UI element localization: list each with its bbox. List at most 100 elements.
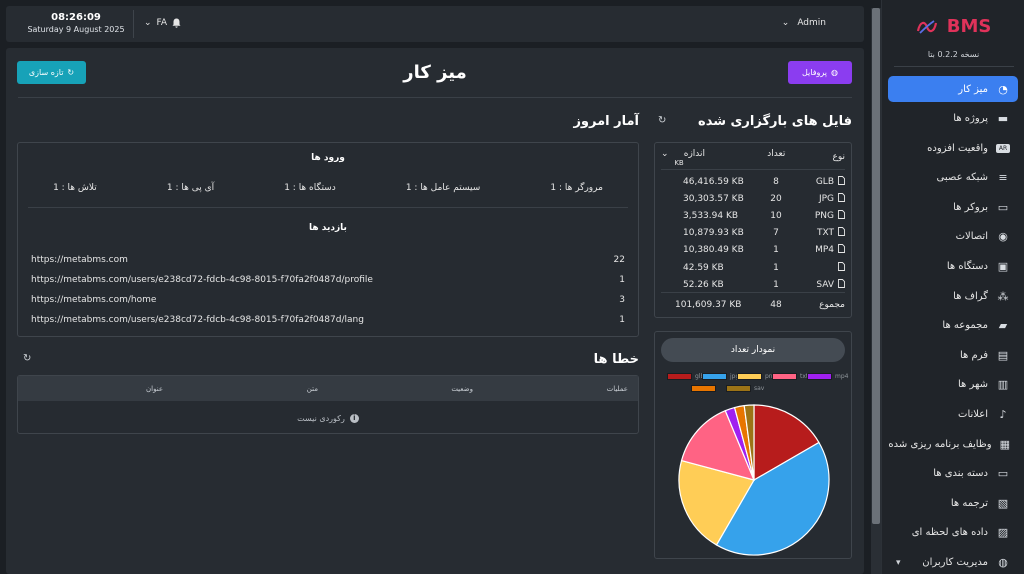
empty-text: رکوردی نیست bbox=[297, 414, 345, 423]
sidebar-item[interactable]: ▬ پروژه ها bbox=[888, 106, 1018, 132]
chevron-down-icon[interactable]: ▾ bbox=[896, 558, 901, 568]
scrollbar[interactable] bbox=[871, 8, 881, 574]
profile-button-label: پروفایل bbox=[801, 68, 828, 77]
clock: 08:26:09 Saturday 9 August 2025 bbox=[26, 12, 126, 34]
logins-title: ورود ها bbox=[311, 153, 345, 163]
profile-icon: ◍ bbox=[831, 68, 839, 77]
visit-row: https://metabms.com/home 3 bbox=[31, 295, 625, 309]
chart-card: نمودار تعداد glb jpg png txt mp4 sav bbox=[654, 331, 852, 559]
sidebar-item[interactable]: ▭ دسته بندی ها bbox=[888, 461, 1018, 487]
chevron-down-icon: ⌄ bbox=[781, 18, 790, 28]
pie-chart bbox=[678, 404, 830, 556]
visit-url[interactable]: https://metabms.com/users/e238cd72-fdcb-… bbox=[31, 315, 364, 329]
sidebar-item[interactable]: ▰ مجموعه ها bbox=[888, 313, 1018, 339]
visit-url[interactable]: https://metabms.com/home bbox=[31, 295, 156, 309]
file-size: 46,416.59 KB bbox=[683, 176, 744, 187]
login-stat: سیستم عامل ها : 1 bbox=[405, 183, 481, 193]
visits-title: بازدید ها bbox=[309, 223, 347, 233]
logins-row: تلاش ها : 1 آی پی ها : 1 دستگاه ها : 1 سیست… bbox=[18, 183, 638, 193]
sidebar-item-label: گراف ها bbox=[953, 290, 988, 302]
file-type: GLB bbox=[815, 176, 834, 187]
sidebar-item[interactable]: ≡ شبکه عصبی bbox=[888, 165, 1018, 191]
stats-divider bbox=[28, 207, 628, 208]
map-icon: ▥ bbox=[997, 378, 1009, 392]
sidebar-item[interactable]: ▤ فرم ها bbox=[888, 342, 1018, 368]
sidebar-item[interactable]: ▭ بروکر ها bbox=[888, 194, 1018, 220]
sidebar-item[interactable]: AR واقعیت افزوده bbox=[888, 135, 1018, 161]
file-type-cell: MP4 bbox=[797, 244, 845, 256]
errors-column-header: عملیات bbox=[606, 384, 628, 393]
sidebar-item-label: میز کار bbox=[958, 83, 988, 95]
file-size: 10,380.49 KB bbox=[683, 245, 744, 256]
message-icon: ▨ bbox=[997, 526, 1009, 540]
col-count: تعداد bbox=[767, 149, 786, 159]
errors-refresh-icon[interactable]: ↻ bbox=[23, 353, 31, 364]
version-label: نسخه 0.2.2 بتا bbox=[927, 50, 980, 59]
language-label: FA bbox=[156, 18, 168, 28]
file-type: SAV bbox=[816, 279, 834, 290]
briefcase-icon: ▬ bbox=[997, 112, 1009, 126]
sidebar-item[interactable]: ◉ اتصالات bbox=[888, 224, 1018, 250]
visit-url[interactable]: https://metabms.com/users/e238cd72-fdcb-… bbox=[31, 275, 373, 289]
sidebar-item[interactable]: ▦ وظایف برنامه ریزی شده bbox=[888, 431, 1018, 457]
sidebar-item-label: دستگاه ها bbox=[946, 261, 988, 273]
files-refresh-icon[interactable]: ↻ bbox=[658, 115, 666, 126]
ar-icon: AR bbox=[996, 143, 1010, 153]
file-icon bbox=[838, 278, 845, 291]
errors-table: عنوان متن وضعیت عملیات i رکوردی نیست bbox=[17, 375, 639, 434]
file-type-cell: JPG bbox=[797, 192, 845, 205]
errors-title: خطا ها bbox=[593, 352, 639, 367]
user-menu[interactable]: ⌄ Admin bbox=[782, 18, 826, 28]
folder-icon: ▰ bbox=[998, 319, 1008, 333]
errors-column-header: متن bbox=[306, 384, 318, 393]
file-row: GLB 8 46,416.59 KB bbox=[661, 173, 845, 190]
sidebar-item-label: اتصالات bbox=[955, 231, 988, 243]
files-table-header: نوع تعداد اندازه ⌄ KB bbox=[661, 149, 845, 167]
info-icon: i bbox=[349, 414, 359, 423]
topbar-divider bbox=[133, 10, 134, 38]
errors-table-header: عنوان متن وضعیت عملیات bbox=[18, 376, 638, 401]
device-icon: ▣ bbox=[997, 260, 1009, 274]
file-size: 10,879.93 KB bbox=[683, 228, 744, 239]
sidebar-item[interactable]: ▨ داده های لحظه ای bbox=[888, 520, 1018, 546]
user-circle-icon: ◍ bbox=[998, 556, 1008, 569]
sidebar-item[interactable]: ⁂ گراف ها bbox=[888, 283, 1018, 309]
bell-icon[interactable] bbox=[172, 18, 181, 28]
language-selector[interactable]: ⌄ FA bbox=[144, 18, 181, 28]
sidebar-nav: ◔ میز کار ▬ پروژه ها AR واقعیت افزوده ≡ شبکه عص… bbox=[888, 76, 1018, 574]
sidebar-item-label: فرم ها bbox=[960, 349, 988, 361]
sidebar-item[interactable]: ▧ ترجمه ها bbox=[888, 490, 1018, 516]
profile-button[interactable]: ◍ پروفایل bbox=[788, 61, 852, 84]
file-count: 7 bbox=[773, 228, 779, 239]
files-total-row: مجموع 48 101,609.37 KB bbox=[661, 296, 845, 313]
sidebar-item[interactable]: ▣ دستگاه ها bbox=[888, 254, 1018, 280]
scrollbar-thumb[interactable] bbox=[872, 8, 880, 524]
sidebar-item[interactable]: ▥ شهر ها bbox=[888, 372, 1018, 398]
sidebar-item[interactable]: ◍ مدیریت کاربران ▾ bbox=[888, 550, 1018, 574]
errors-column-header: عنوان bbox=[146, 384, 163, 393]
file-type: JPG bbox=[818, 193, 834, 204]
sidebar-item-label: اعلانات bbox=[958, 409, 988, 421]
file-row: MP4 1 10,380.49 KB bbox=[661, 242, 845, 259]
translate-icon: ▧ bbox=[997, 496, 1009, 510]
sidebar-item-label: مدیریت کاربران bbox=[922, 557, 988, 568]
col-unit-toggle[interactable]: ⌄ KB bbox=[661, 149, 684, 167]
files-header-divider bbox=[661, 169, 845, 170]
login-stat: آی پی ها : 1 bbox=[166, 183, 215, 193]
file-size: 42.59 KB bbox=[683, 262, 724, 273]
visit-count: 1 bbox=[619, 315, 625, 325]
files-title: فایل های بارگزاری شده bbox=[698, 114, 852, 129]
sidebar-item[interactable]: ◔ میز کار bbox=[888, 76, 1018, 102]
brand[interactable]: BMS bbox=[882, 16, 1024, 46]
clock-time: 08:26:09 bbox=[51, 12, 101, 23]
connection-icon: ◉ bbox=[998, 230, 1008, 244]
pie-chart-icon: ◔ bbox=[998, 82, 1008, 96]
visit-url[interactable]: https://metabms.com bbox=[31, 255, 128, 269]
main-panel: ↻ تازه سازی میز کار ◍ پروفایل آمار امروز… bbox=[6, 48, 864, 574]
login-stat: دستگاه ها : 1 bbox=[284, 183, 336, 193]
file-size: 52.26 KB bbox=[683, 279, 724, 290]
file-type-cell: TXT bbox=[797, 227, 845, 239]
visit-row: https://metabms.com 22 bbox=[31, 255, 625, 269]
login-stat: مرورگر ها : 1 bbox=[550, 183, 603, 193]
sidebar-item[interactable]: ♪ اعلانات bbox=[888, 402, 1018, 428]
